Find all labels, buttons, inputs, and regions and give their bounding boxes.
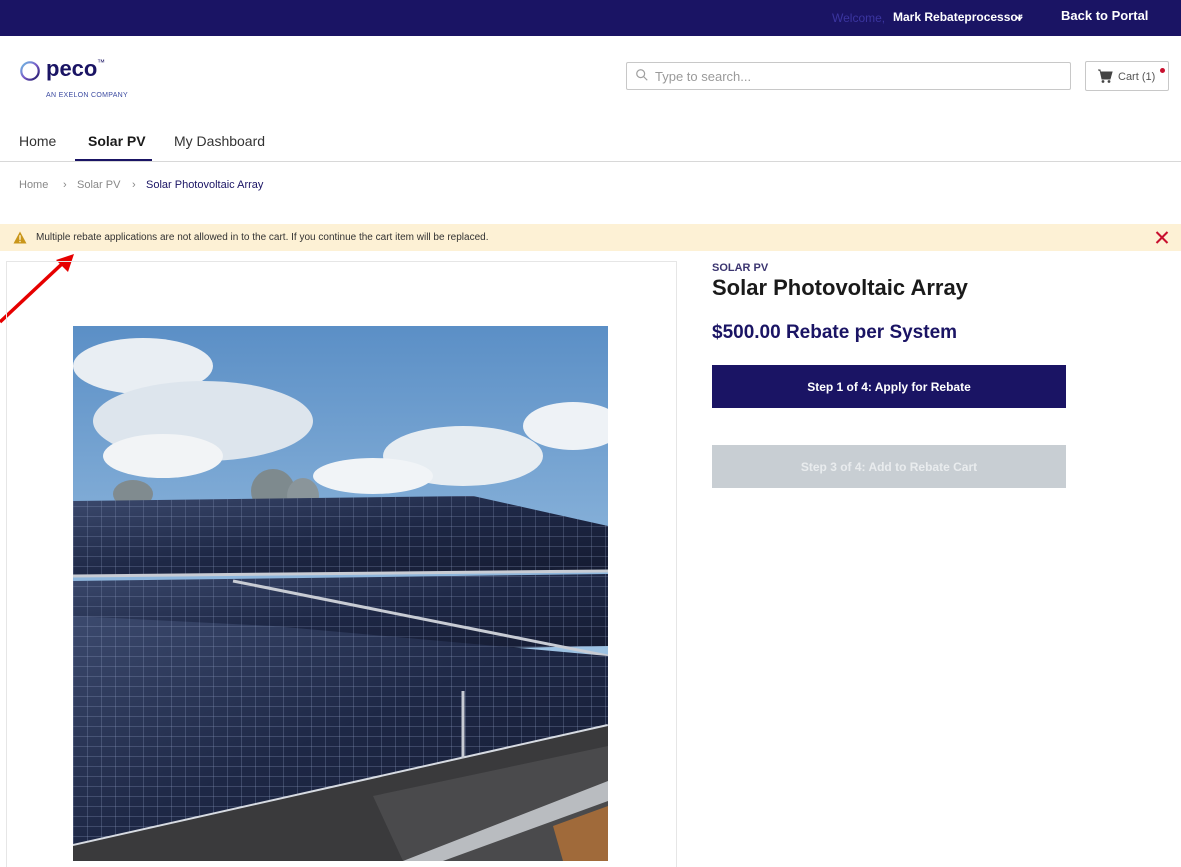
- product-price: $500.00 Rebate per System: [712, 322, 958, 343]
- user-menu[interactable]: Mark Rebateprocessor: [893, 10, 1022, 24]
- welcome-text: Welcome,: [832, 11, 886, 25]
- cart-button[interactable]: Cart (1): [1085, 61, 1169, 91]
- search-input[interactable]: [655, 67, 1055, 86]
- alert-message: Multiple rebate applications are not all…: [36, 232, 489, 243]
- search-box[interactable]: [626, 62, 1071, 90]
- logo-mark-icon: [20, 61, 40, 81]
- cart-notification-dot: [1160, 68, 1165, 73]
- breadcrumb-home[interactable]: Home: [19, 179, 48, 191]
- nav-active-indicator: [75, 159, 152, 161]
- nav-item-home[interactable]: Home: [19, 133, 56, 149]
- warning-alert: Multiple rebate applications are not all…: [0, 224, 1181, 251]
- logo-trademark: ™: [97, 58, 105, 67]
- nav-item-my-dashboard[interactable]: My Dashboard: [174, 133, 265, 149]
- breadcrumb-separator: ›: [132, 179, 136, 191]
- add-to-rebate-cart-button: Step 3 of 4: Add to Rebate Cart: [712, 445, 1066, 488]
- breadcrumb-solar-pv[interactable]: Solar PV: [77, 179, 120, 191]
- peco-logo[interactable]: peco ™ AN EXELON COMPANY: [19, 56, 179, 104]
- chevron-down-icon[interactable]: [1015, 14, 1024, 23]
- cart-icon: [1098, 69, 1113, 83]
- product-image: [73, 326, 608, 861]
- product-title: Solar Photovoltaic Array: [712, 275, 968, 300]
- cart-label: Cart (1): [1118, 71, 1156, 83]
- search-icon: [636, 69, 648, 81]
- apply-for-rebate-button[interactable]: Step 1 of 4: Apply for Rebate: [712, 365, 1066, 408]
- top-bar: Welcome, Mark Rebateprocessor Back to Po…: [0, 0, 1181, 36]
- main-nav: Home Solar PV My Dashboard: [0, 122, 1181, 162]
- product-category: SOLAR PV: [712, 262, 769, 274]
- breadcrumb-separator: ›: [63, 179, 67, 191]
- nav-item-solar-pv[interactable]: Solar PV: [88, 133, 146, 149]
- logo-tagline: AN EXELON COMPANY: [46, 92, 128, 99]
- back-to-portal-link[interactable]: Back to Portal: [1061, 8, 1148, 23]
- logo-name: peco: [46, 56, 98, 81]
- close-icon[interactable]: [1152, 227, 1172, 247]
- warning-icon: [13, 231, 27, 244]
- breadcrumb-current: Solar Photovoltaic Array: [146, 179, 264, 191]
